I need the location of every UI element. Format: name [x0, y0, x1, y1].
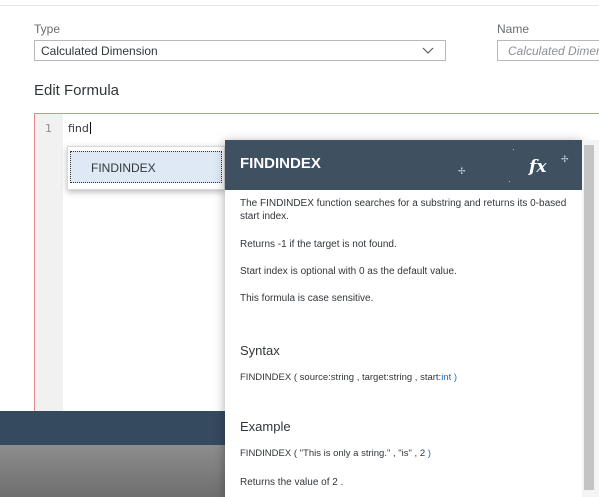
syntax-line: FINDINDEX ( source:string , target:strin…: [240, 372, 457, 383]
syntax-sep2: ,: [414, 372, 418, 383]
example-open: (: [293, 448, 298, 459]
example-heading: Example: [240, 419, 291, 434]
sparkle-icon: ·: [508, 176, 511, 186]
example-arg1: "This is only a string.": [299, 448, 391, 459]
example-sep1: ,: [393, 448, 396, 459]
example-close: ): [427, 448, 431, 459]
syntax-arg3-name: start:: [420, 372, 442, 383]
doc-description-1: The FINDINDEX function searches for a su…: [240, 198, 567, 222]
sparkle-icon: ·: [512, 144, 515, 154]
doc-scrollbar-thumb[interactable]: [584, 145, 594, 490]
doc-description-3: Start index is optional with 0 as the de…: [240, 266, 457, 277]
example-result: Returns the value of 2 .: [240, 477, 344, 488]
formula-text: find: [68, 122, 89, 135]
example-fn: FINDINDEX: [240, 448, 292, 459]
type-label: Type: [34, 22, 61, 36]
name-placeholder: Calculated Dimension: [508, 44, 599, 58]
fx-icon: fx: [529, 157, 547, 177]
example-sep2: ,: [414, 448, 418, 459]
example-arg3: 2: [419, 448, 426, 459]
syntax-arg2: target:string: [361, 372, 413, 383]
doc-header: FINDINDEX ✢ · · fx ✢: [225, 140, 582, 190]
suggestion-item-findindex[interactable]: FINDINDEX: [70, 151, 222, 183]
syntax-heading: Syntax: [240, 343, 280, 358]
type-select-value: Calculated Dimension: [41, 44, 158, 58]
name-input[interactable]: Calculated Dimension: [497, 40, 599, 61]
chevron-down-icon: [422, 47, 434, 54]
edit-formula-title: Edit Formula: [34, 82, 120, 99]
sparkle-icon: ✢: [458, 166, 466, 176]
syntax-fn: FINDINDEX: [240, 372, 292, 383]
syntax-arg3-type: int: [441, 372, 452, 383]
suggestion-label: FINDINDEX: [91, 161, 156, 175]
syntax-open: (: [293, 372, 298, 383]
sparkle-icon: ✢: [561, 154, 569, 164]
doc-description-2: Returns -1 if the target is not found.: [240, 239, 397, 250]
formula-code-line[interactable]: find: [68, 122, 91, 135]
syntax-close: ): [453, 372, 458, 383]
text-caret: [89, 122, 91, 134]
doc-title: FINDINDEX: [240, 155, 321, 172]
example-line: FINDINDEX ( "This is only a string." , "…: [240, 448, 431, 459]
autocomplete-list: FINDINDEX: [67, 146, 225, 190]
type-select[interactable]: Calculated Dimension: [34, 40, 446, 61]
function-doc-panel: FINDINDEX ✢ · · fx ✢ The FINDINDEX funct…: [225, 140, 582, 497]
line-gutter: 1: [35, 114, 63, 422]
syntax-arg1: source:string: [299, 372, 355, 383]
top-divider: [0, 5, 599, 6]
syntax-sep1: ,: [356, 372, 360, 383]
line-number: 1: [45, 122, 52, 135]
example-arg2: "is": [398, 448, 412, 459]
doc-description-4: This formula is case sensitive.: [240, 293, 374, 304]
name-label: Name: [497, 22, 530, 36]
